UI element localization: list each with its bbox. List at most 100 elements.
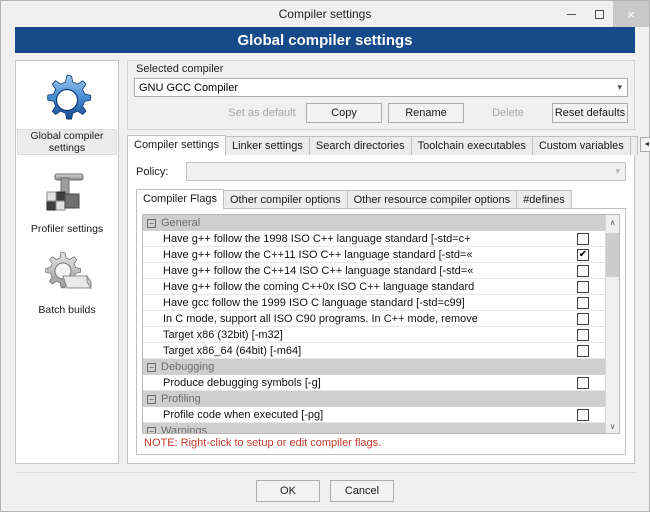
list-item[interactable]: Produce debugging symbols [-g] (143, 375, 605, 391)
window-title: Compiler settings (278, 7, 372, 21)
sidebar-item-global-compiler-settings[interactable]: Global compiler settings (16, 71, 118, 155)
scrollbar-thumb[interactable] (606, 233, 619, 277)
minimize-button[interactable] (557, 1, 585, 27)
compiler-flags-list-container: − General Have g++ follow the 1998 ISO C… (142, 214, 620, 434)
tab-scroll-left-icon[interactable]: ◄ (639, 137, 650, 152)
list-item[interactable]: Target x86 (32bit) [-m32] (143, 327, 605, 343)
flag-checkbox[interactable] (577, 232, 589, 245)
flag-checkbox[interactable] (577, 280, 589, 293)
reset-defaults-button[interactable]: Reset defaults (552, 103, 628, 123)
flag-label: Have g++ follow the C++14 ISO C++ langua… (163, 264, 474, 277)
list-item[interactable]: Have gcc follow the 1999 ISO C language … (143, 295, 605, 311)
flags-list-scrollbar[interactable]: ∧ ∨ (605, 215, 619, 433)
sidebar-item-batch-builds[interactable]: Batch builds (16, 245, 118, 317)
main-tabs: Compiler settings Linker settings Search… (127, 135, 650, 155)
list-item[interactable]: Have g++ follow the coming C++0x ISO C++… (143, 279, 605, 295)
compiler-select[interactable]: GNU GCC Compiler ▾ (134, 78, 628, 97)
flag-checkbox[interactable] (577, 264, 589, 277)
copy-button[interactable]: Copy (306, 103, 382, 123)
policy-label: Policy: (136, 165, 169, 178)
flag-checkbox-cell[interactable] (576, 264, 605, 277)
flag-checkbox[interactable] (577, 296, 589, 309)
sidebar-item-profiler-settings[interactable]: Profiler settings (16, 164, 118, 236)
category-label: Warnings (161, 425, 208, 433)
tab-compiler-flags[interactable]: Compiler Flags (136, 189, 224, 209)
dialog-body: Global compiler settings Profiler settin… (1, 53, 650, 464)
flag-label: In C mode, support all ISO C90 programs.… (163, 312, 478, 325)
settings-pane: Selected compiler GNU GCC Compiler ▾ Set… (127, 60, 650, 464)
list-item[interactable]: Target x86_64 (64bit) [-m64] (143, 343, 605, 359)
minimize-icon (566, 13, 576, 15)
flag-checkbox[interactable] (577, 328, 589, 341)
flag-checkbox-cell[interactable] (576, 232, 605, 245)
flag-checkbox-cell[interactable] (576, 296, 605, 309)
flag-checkbox[interactable] (577, 376, 589, 389)
category-label: General (161, 217, 201, 229)
flag-checkbox[interactable]: ✔ (577, 248, 589, 261)
tab-toolchain-executables[interactable]: Toolchain executables (410, 136, 533, 155)
compiler-settings-window: Compiler settings × Global compiler sett… (0, 0, 650, 512)
dialog-footer: OK Cancel (15, 472, 635, 511)
sidebar: Global compiler settings Profiler settin… (15, 60, 119, 464)
collapse-icon[interactable]: − (147, 362, 156, 372)
list-item[interactable]: Have g++ follow the C++11 ISO C++ langua… (143, 247, 605, 263)
tab-other-compiler-options[interactable]: Other compiler options (222, 190, 348, 209)
compiler-actions: Set as default Copy Rename Delete Reset … (134, 103, 628, 123)
sidebar-item-label: Global compiler settings (17, 129, 117, 155)
rename-button[interactable]: Rename (388, 103, 464, 123)
tab-linker-settings[interactable]: Linker settings (224, 136, 310, 155)
flag-checkbox-cell[interactable] (576, 280, 605, 293)
flag-label: Target x86_64 (64bit) [-m64] (163, 344, 302, 357)
collapse-icon[interactable]: − (147, 218, 156, 228)
ok-button[interactable]: OK (256, 480, 320, 502)
selected-compiler-label: Selected compiler (136, 63, 224, 75)
policy-select[interactable]: ▾ (186, 162, 626, 181)
tab-compiler-settings[interactable]: Compiler settings (127, 135, 226, 155)
flag-checkbox-cell[interactable] (576, 408, 605, 421)
category-row[interactable]: − General (143, 215, 605, 231)
compiler-settings-panel: Policy: ▾ Compiler Flags Other compiler … (127, 154, 635, 464)
scroll-up-icon[interactable]: ∧ (606, 215, 619, 229)
category-row[interactable]: − Warnings (143, 423, 605, 433)
flag-checkbox-cell[interactable] (576, 344, 605, 357)
collapse-icon[interactable]: − (147, 426, 156, 433)
tab-custom-variables[interactable]: Custom variables (531, 136, 631, 155)
sidebar-item-label: Profiler settings (30, 223, 104, 235)
collapse-icon[interactable]: − (147, 394, 156, 404)
category-row[interactable]: − Debugging (143, 359, 605, 375)
compiler-flags-panel: − General Have g++ follow the 1998 ISO C… (136, 208, 626, 455)
flag-label: Produce debugging symbols [-g] (163, 376, 321, 389)
list-item[interactable]: Have g++ follow the 1998 ISO C++ languag… (143, 231, 605, 247)
set-as-default-button[interactable]: Set as default (224, 103, 300, 123)
flag-checkbox[interactable] (577, 408, 589, 421)
flag-checkbox-cell[interactable]: ✔ (576, 248, 605, 261)
scrollbar-track[interactable] (606, 229, 619, 419)
tab-search-directories[interactable]: Search directories (308, 136, 412, 155)
flag-checkbox-cell[interactable] (576, 312, 605, 325)
close-button[interactable]: × (613, 1, 649, 27)
list-item[interactable]: Have g++ follow the C++14 ISO C++ langua… (143, 263, 605, 279)
tab-defines[interactable]: #defines (516, 190, 572, 209)
list-item[interactable]: In C mode, support all ISO C90 programs.… (143, 311, 605, 327)
delete-button[interactable]: Delete (470, 103, 546, 123)
category-label: Debugging (161, 361, 215, 373)
tab-other-resource-compiler-options[interactable]: Other resource compiler options (346, 190, 518, 209)
list-item[interactable]: Profile code when executed [-pg] (143, 407, 605, 423)
category-row[interactable]: − Profiling (143, 391, 605, 407)
scroll-down-icon[interactable]: ∨ (606, 419, 619, 433)
compiler-select-value: GNU GCC Compiler (139, 81, 239, 94)
cancel-button[interactable]: Cancel (330, 480, 394, 502)
flag-label: Profile code when executed [-pg] (163, 408, 324, 421)
profiler-tool-icon (38, 164, 96, 222)
blue-gear-icon (38, 71, 96, 129)
flag-checkbox-cell[interactable] (576, 328, 605, 341)
tab-build-options[interactable]: Bui (629, 136, 638, 155)
selected-compiler-group: Selected compiler GNU GCC Compiler ▾ Set… (127, 60, 635, 130)
flag-checkbox-cell[interactable] (576, 376, 605, 389)
flag-checkbox[interactable] (577, 344, 589, 357)
chevron-down-icon: ▾ (617, 82, 622, 92)
maximize-icon (594, 9, 604, 19)
maximize-button[interactable] (585, 1, 613, 27)
flag-checkbox[interactable] (577, 312, 589, 325)
tab-scroll-buttons: ◄ ► (639, 137, 650, 152)
